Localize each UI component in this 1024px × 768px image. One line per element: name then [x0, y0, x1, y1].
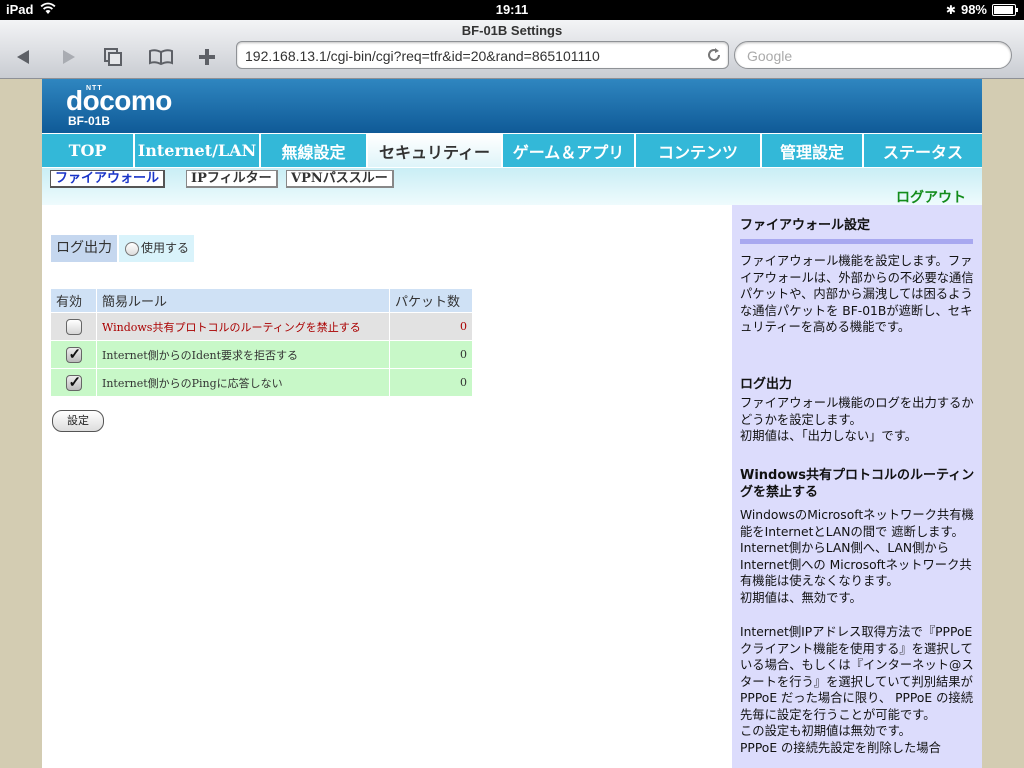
packet-count: 0	[389, 368, 473, 396]
log-output-option[interactable]: 使用する	[119, 235, 195, 262]
rule-label: Windows共有プロトコルのルーティングを禁止する	[96, 312, 390, 341]
battery-percent: 98%	[960, 2, 987, 17]
packet-count: 0	[389, 312, 473, 341]
docomo-logo: docomo	[66, 85, 172, 116]
bluetooth-icon: ✱	[945, 2, 956, 17]
set-button[interactable]: 設定	[52, 410, 104, 432]
log-output-label: ログ出力	[51, 235, 117, 262]
subtab-vpn-passthrough[interactable]: VPNパススルー	[286, 170, 394, 188]
forward-arrow-icon	[63, 50, 75, 64]
subtab-ip-filter[interactable]: IPフィルター	[186, 170, 278, 188]
help-title: ファイアウォール設定	[740, 218, 871, 233]
table-header-row: 有効 簡易ルール パケット数	[51, 289, 473, 313]
subtab-firewall[interactable]: ファイアウォール	[50, 170, 166, 188]
log-output-option-label: 使用する	[141, 241, 190, 255]
logout-link[interactable]: ログアウト	[896, 187, 966, 207]
bookmarks-button[interactable]	[145, 44, 177, 70]
plus-icon	[199, 49, 215, 65]
add-button[interactable]	[191, 44, 223, 70]
rule-checkbox-ping[interactable]: ✓	[65, 372, 82, 391]
rule-label: Internet側からのPingに応答しない	[96, 368, 390, 396]
url-text: 192.168.13.1/cgi-bin/cgi?req=tfr&id=20&r…	[245, 48, 600, 64]
tab-security[interactable]: セキュリティー	[368, 134, 501, 167]
rules-table: 有効 簡易ルール パケット数 Windows共有プロトコルのルーティングを禁止す…	[51, 289, 473, 396]
back-button[interactable]	[8, 44, 40, 70]
status-bar: iPad 19:11 ✱ 98%	[0, 0, 1024, 20]
main-nav: TOP Internet/LAN 無線設定 セキュリティー ゲーム＆アプリ コン…	[42, 133, 982, 168]
rule-checkbox-ident[interactable]: ✓	[65, 344, 82, 363]
column-packets: パケット数	[389, 289, 473, 313]
sub-nav: ファイアウォール IPフィルター VPNパススルー ログアウト	[42, 168, 982, 207]
help-intro: ファイアウォール機能を設定します。ファイアウォールは、外部からの不必要な通信パケ…	[740, 254, 974, 334]
table-row: ✓ Internet側からのIdent要求を拒否する 0	[51, 340, 473, 369]
table-row: ✓ Internet側からのPingに応答しない 0	[51, 368, 473, 396]
reload-icon[interactable]	[706, 47, 722, 66]
tab-internet-lan[interactable]: Internet/LAN	[135, 134, 259, 167]
tab-top[interactable]: TOP	[42, 134, 133, 167]
address-bar[interactable]: 192.168.13.1/cgi-bin/cgi?req=tfr&id=20&r…	[236, 41, 729, 69]
battery-icon	[992, 3, 1018, 16]
rule-checkbox-windows-sharing[interactable]	[65, 318, 82, 335]
help-divider	[740, 239, 973, 244]
checkmark-icon: ✓	[68, 372, 82, 391]
tab-status[interactable]: ステータス	[864, 134, 982, 167]
search-input[interactable]: Google	[734, 41, 1012, 69]
clock: 19:11	[495, 2, 529, 17]
packet-count: 0	[389, 340, 473, 369]
log-output-row: ログ出力 使用する	[51, 235, 195, 262]
help-log-title: ログ出力	[740, 377, 793, 392]
forward-button[interactable]	[52, 44, 84, 70]
checkmark-icon: ✓	[68, 344, 82, 363]
tab-admin[interactable]: 管理設定	[762, 134, 862, 167]
brand-header: NTT docomo BF-01B	[42, 79, 982, 133]
tab-games-apps[interactable]: ゲーム＆アプリ	[503, 134, 634, 167]
help-panel: ファイアウォール設定 ファイアウォール機能を設定します。ファイアウォールは、外部…	[732, 205, 982, 768]
rule-label: Internet側からのIdent要求を拒否する	[96, 340, 390, 369]
column-enabled: 有効	[51, 289, 97, 313]
help-log-text: ファイアウォール機能のログを出力するかどうかを設定します。 初期値は、「出力しな…	[740, 396, 974, 443]
help-windows-title: Windows共有プロトコルのルーティングを禁止する	[740, 468, 975, 500]
bookmarks-book-icon	[149, 49, 173, 66]
pages-icon	[104, 48, 122, 66]
column-rule: 簡易ルール	[96, 289, 390, 313]
pages-button[interactable]	[97, 44, 129, 70]
page-title: BF-01B Settings	[461, 23, 563, 38]
main-content: ログ出力 使用する 有効 簡易ルール パケット数 Windows共有プロトコルの…	[42, 205, 732, 768]
router-settings-page: NTT docomo BF-01B TOP Internet/LAN 無線設定 …	[42, 79, 982, 768]
browser-toolbar: BF-01B Settings 192.168.13.1/cgi-bin/cgi…	[0, 20, 1024, 79]
model-name: BF-01B	[68, 114, 111, 128]
tab-contents[interactable]: コンテンツ	[636, 134, 760, 167]
help-pppoe-text: Internet側IPアドレス取得方法で『PPPoEクライアント機能を使用する』…	[740, 625, 974, 755]
back-arrow-icon	[17, 50, 29, 64]
search-placeholder: Google	[747, 48, 793, 64]
help-windows-text: WindowsのMicrosoftネットワーク共有機能をInternetとLAN…	[740, 508, 974, 605]
log-output-checkbox[interactable]	[125, 241, 139, 256]
table-row: Windows共有プロトコルのルーティングを禁止する 0	[51, 312, 473, 341]
tab-wireless[interactable]: 無線設定	[261, 134, 366, 167]
